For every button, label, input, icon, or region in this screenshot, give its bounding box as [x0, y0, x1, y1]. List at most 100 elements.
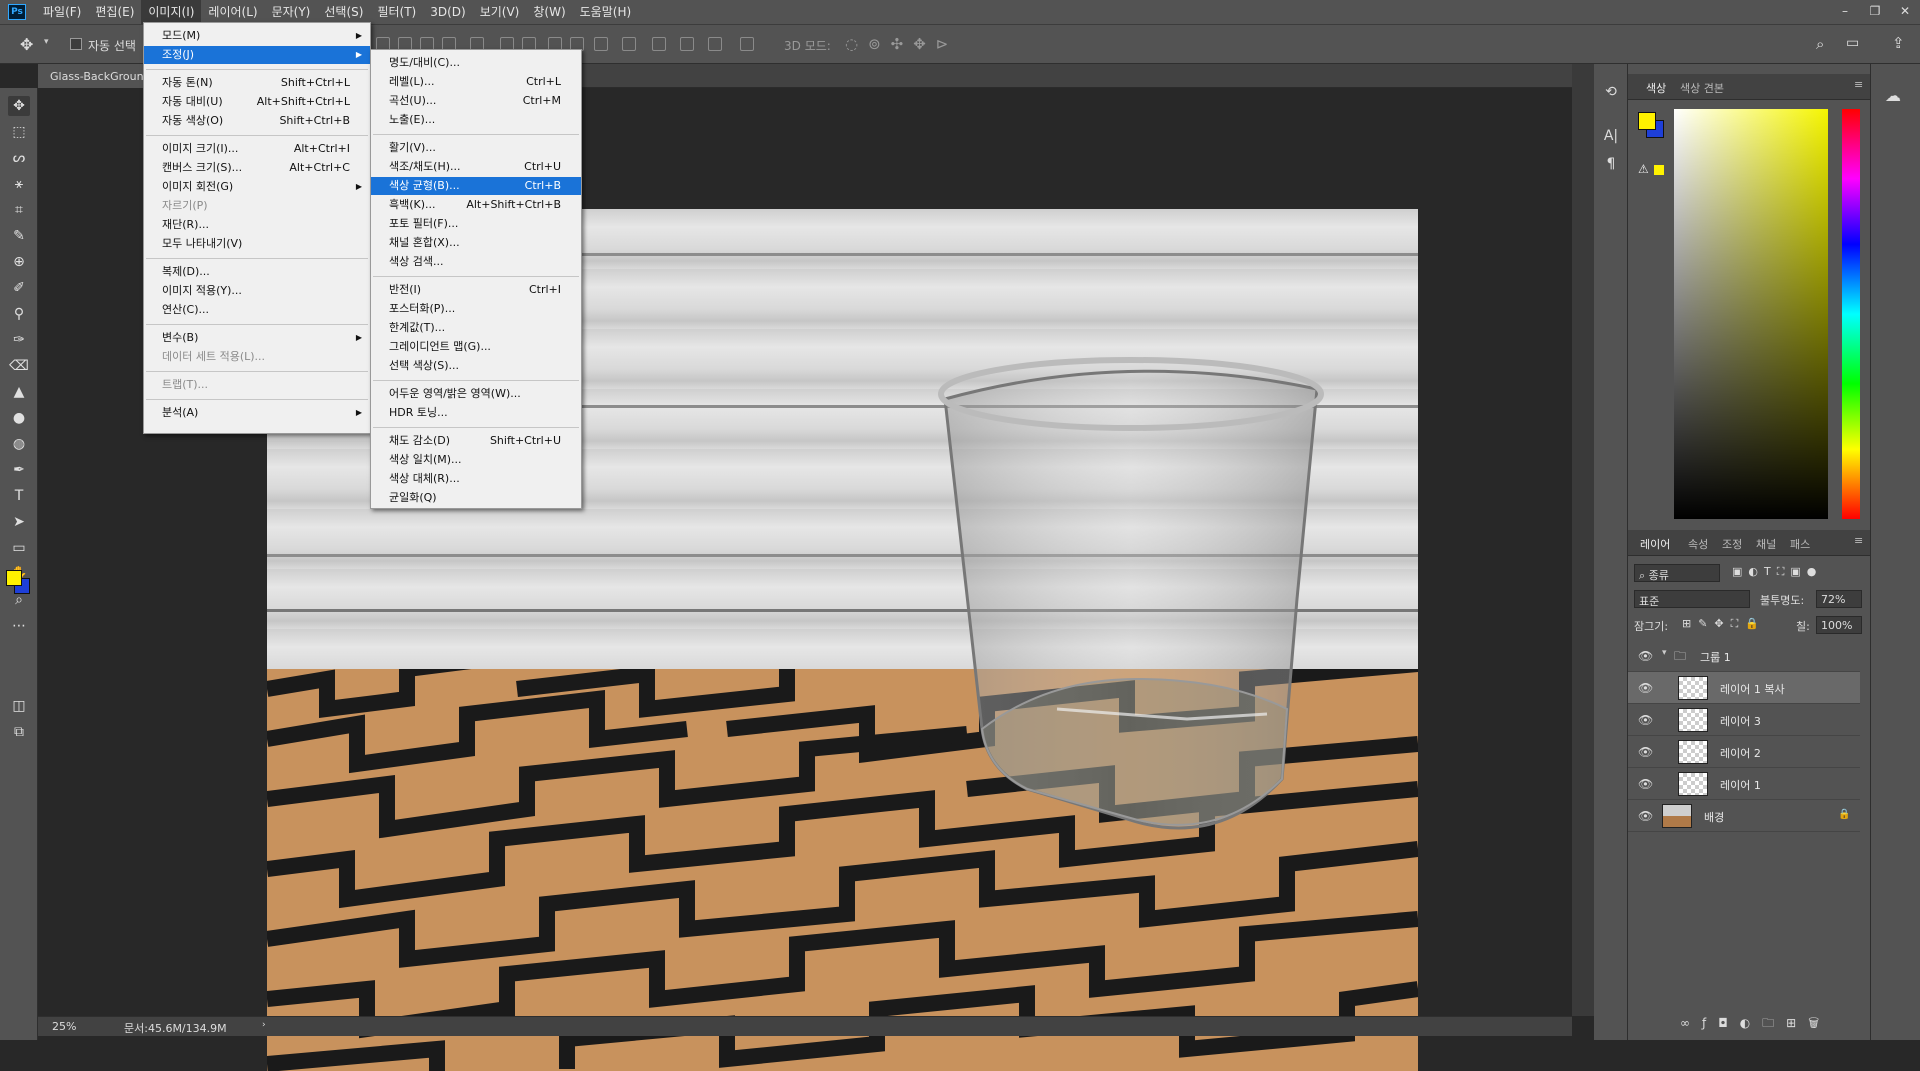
- eye-icon[interactable]: 👁: [1638, 809, 1653, 823]
- menu-item[interactable]: 자동 대비(U) Alt+Shift+Ctrl+L: [144, 93, 370, 111]
- menu-item[interactable]: 이미지 적용(Y)...: [144, 282, 370, 300]
- tab-swatches[interactable]: 색상 견본: [1680, 80, 1724, 96]
- marquee-icon[interactable]: ⬚: [8, 122, 30, 142]
- opacity-input[interactable]: 72%: [1816, 590, 1862, 608]
- menu-2[interactable]: 이미지(I): [141, 0, 202, 24]
- menu-item[interactable]: 곡선(U)... Ctrl+M: [371, 92, 581, 110]
- layer-group[interactable]: 👁 ▾ 🗀 그룹 1: [1628, 640, 1860, 672]
- tab-channels[interactable]: 채널: [1756, 536, 1776, 552]
- hue-slider[interactable]: [1842, 109, 1860, 519]
- align-icon[interactable]: [740, 37, 754, 51]
- menu-1[interactable]: 편집(E): [88, 0, 141, 24]
- menu-item[interactable]: 그레이디언트 맵(G)...: [371, 338, 581, 356]
- menu-item[interactable]: 레벨(L)... Ctrl+L: [371, 73, 581, 91]
- lock-icons[interactable]: ⊞✎✥⛶🔒: [1682, 617, 1766, 631]
- menu-item[interactable]: 한계값(T)...: [371, 319, 581, 337]
- menu-item[interactable]: 채널 혼합(X)...: [371, 234, 581, 252]
- menu-3[interactable]: 레이어(L): [201, 0, 264, 24]
- menu-item[interactable]: 재단(R)...: [144, 216, 370, 234]
- quickmask-icon[interactable]: ◫: [8, 696, 30, 716]
- menu-item[interactable]: 이미지 회전(G) ▶: [144, 178, 370, 196]
- paint-bucket-icon[interactable]: ▲: [8, 382, 30, 402]
- tab-layers[interactable]: 레이어: [1640, 536, 1670, 552]
- menu-item[interactable]: 노출(E)...: [371, 111, 581, 129]
- menu-item[interactable]: 변수(B) ▶: [144, 329, 370, 347]
- menu-item[interactable]: 활기(V)...: [371, 139, 581, 157]
- menu-item[interactable]: 균일화(Q): [371, 489, 581, 507]
- layer-row[interactable]: 👁 레이어 1: [1628, 768, 1860, 800]
- stamp-icon[interactable]: ⚲: [8, 304, 30, 324]
- menu-item[interactable]: 자동 색상(O) Shift+Ctrl+B: [144, 112, 370, 130]
- menu-4[interactable]: 문자(Y): [265, 0, 318, 24]
- brush-icon[interactable]: ✐: [8, 278, 30, 298]
- menu-item[interactable]: 포토 필터(F)...: [371, 215, 581, 233]
- chevron-down-icon[interactable]: ▾: [44, 37, 49, 47]
- layer-filter-select[interactable]: ⌕ 종류: [1634, 564, 1720, 582]
- eyedropper-icon[interactable]: ✎: [8, 226, 30, 246]
- move-tool-icon[interactable]: ✥: [20, 35, 33, 54]
- menu-item[interactable]: 모드(M) ▶: [144, 27, 370, 45]
- screen-mode-icon[interactable]: ⧉: [8, 722, 30, 742]
- menu-item[interactable]: 연산(C)...: [144, 301, 370, 319]
- menu-item[interactable]: 색상 균형(B)... Ctrl+B: [371, 177, 581, 195]
- minimize-icon[interactable]: –: [1830, 0, 1860, 22]
- menu-item[interactable]: 반전(I) Ctrl+I: [371, 281, 581, 299]
- history-brush-icon[interactable]: ✑: [8, 330, 30, 350]
- more-icon[interactable]: ⋯: [8, 616, 30, 636]
- menu-item[interactable]: HDR 토닝...: [371, 404, 581, 422]
- menu-item[interactable]: 캔버스 크기(S)... Alt+Ctrl+C: [144, 159, 370, 177]
- align-icon[interactable]: [622, 37, 636, 51]
- menu-item[interactable]: 포스터화(P)...: [371, 300, 581, 318]
- menu-6[interactable]: 필터(T): [370, 0, 423, 24]
- magic-wand-icon[interactable]: ⚹: [8, 174, 30, 194]
- type-icon[interactable]: T: [8, 486, 30, 506]
- search-icon[interactable]: ⌕: [1816, 35, 1824, 53]
- menu-item[interactable]: 색상 검색...: [371, 253, 581, 271]
- tab-properties[interactable]: 속성: [1688, 536, 1708, 552]
- menu-item[interactable]: 분석(A) ▶: [144, 404, 370, 422]
- layer-row[interactable]: 👁 레이어 2: [1628, 736, 1860, 768]
- menu-item[interactable]: 어두운 영역/밝은 영역(W)...: [371, 385, 581, 403]
- menu-item[interactable]: 이미지 크기(I)... Alt+Ctrl+I: [144, 140, 370, 158]
- color-panel-fg[interactable]: [1638, 112, 1656, 130]
- zoom-level[interactable]: 25%: [52, 1020, 76, 1033]
- history-icon[interactable]: ⟲: [1601, 84, 1621, 104]
- workspace-icon[interactable]: ▭: [1846, 35, 1859, 51]
- blur-icon[interactable]: ●: [8, 408, 30, 428]
- chevron-down-icon[interactable]: ▾: [1662, 648, 1667, 658]
- vertical-scrollbar[interactable]: [1572, 64, 1594, 1016]
- foreground-color-swatch[interactable]: [6, 570, 22, 586]
- move-tool-icon[interactable]: ✥: [8, 96, 30, 116]
- layer-row[interactable]: 👁 레이어 3: [1628, 704, 1860, 736]
- menu-item[interactable]: 복제(D)...: [144, 263, 370, 281]
- restore-icon[interactable]: ❐: [1860, 0, 1890, 22]
- menu-item[interactable]: 명도/대비(C)...: [371, 54, 581, 72]
- eye-icon[interactable]: 👁: [1638, 713, 1653, 727]
- menu-item[interactable]: 모두 나타내기(V): [144, 235, 370, 253]
- menu-item[interactable]: 색조/채도(H)... Ctrl+U: [371, 158, 581, 176]
- tab-color[interactable]: 색상: [1646, 80, 1666, 96]
- gamut-swatch[interactable]: [1654, 165, 1664, 175]
- menu-item[interactable]: 선택 색상(S)...: [371, 357, 581, 375]
- panel-menu-icon[interactable]: ≡: [1854, 78, 1863, 91]
- tab-adjustments[interactable]: 조정: [1722, 536, 1742, 552]
- patch-icon[interactable]: ⊕: [8, 252, 30, 272]
- crop-icon[interactable]: ⌗: [8, 200, 30, 220]
- align-icon[interactable]: [594, 37, 608, 51]
- menu-0[interactable]: 파일(F): [36, 0, 88, 24]
- menu-item[interactable]: 자동 톤(N) Shift+Ctrl+L: [144, 74, 370, 92]
- dodge-icon[interactable]: ◍: [8, 434, 30, 454]
- menu-10[interactable]: 도움말(H): [573, 0, 639, 24]
- menu-item[interactable]: 색상 대체(R)...: [371, 470, 581, 488]
- menu-item[interactable]: 조정(J) ▶: [144, 46, 370, 64]
- document-tab[interactable]: Glass-BackGround.jpg: [38, 64, 158, 88]
- menu-7[interactable]: 3D(D): [423, 0, 472, 24]
- cloud-icon[interactable]: ☁: [1885, 86, 1901, 105]
- eye-icon[interactable]: 👁: [1638, 681, 1653, 695]
- menu-item[interactable]: 색상 일치(M)...: [371, 451, 581, 469]
- menu-9[interactable]: 창(W): [526, 0, 572, 24]
- align-icon[interactable]: [652, 37, 666, 51]
- eye-icon[interactable]: 👁: [1638, 649, 1653, 663]
- chevron-right-icon[interactable]: ›: [262, 1020, 266, 1030]
- character-icon[interactable]: A|: [1601, 128, 1621, 148]
